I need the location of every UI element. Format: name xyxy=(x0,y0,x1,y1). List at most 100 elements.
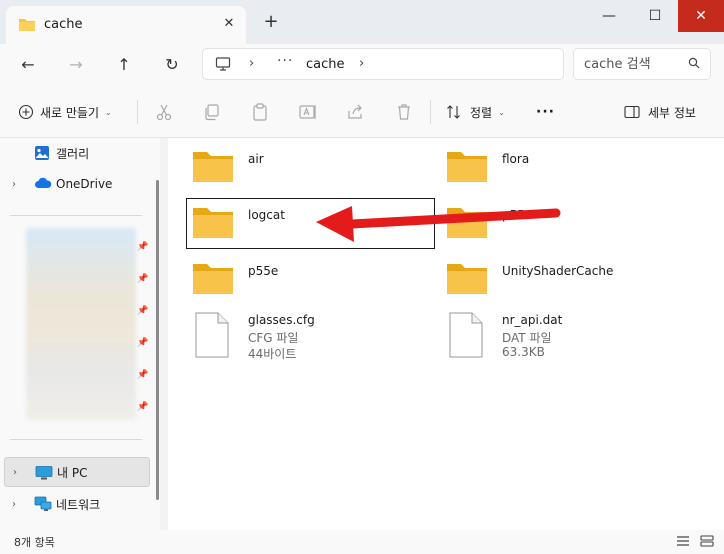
file-name: UnityShaderCache xyxy=(502,264,614,278)
paste-icon[interactable] xyxy=(250,102,270,122)
maximize-button[interactable]: ☐ xyxy=(632,0,678,32)
pin-icon[interactable]: 📌 xyxy=(137,242,148,254)
pin-icon[interactable]: 📌 xyxy=(137,306,148,318)
address-bar[interactable]: › ··· cache › xyxy=(202,48,564,80)
up-button[interactable]: ↑ xyxy=(110,52,138,78)
file-type: DAT 파일 xyxy=(502,331,552,345)
new-button[interactable]: 새로 만들기 ⌄ xyxy=(18,100,112,124)
sort-icon xyxy=(447,105,460,119)
copy-icon[interactable] xyxy=(202,102,222,122)
breadcrumb-cache[interactable]: cache xyxy=(306,57,345,72)
file-item-nr-api-dat[interactable]: nr_api.dat DAT 파일 63.3KB xyxy=(446,312,686,360)
pin-icon[interactable]: 📌 xyxy=(137,274,148,286)
divider xyxy=(430,100,431,124)
sidebar-item-this-pc[interactable]: › 내 PC xyxy=(4,457,150,487)
file-size: 63.3KB xyxy=(502,345,545,359)
tab-title: cache xyxy=(44,17,83,32)
chevron-right-icon[interactable]: › xyxy=(12,179,16,190)
sort-button-label: 정렬 xyxy=(470,105,493,120)
sidebar-item-label: OneDrive xyxy=(56,177,113,191)
folder-icon xyxy=(193,264,233,294)
pin-icon[interactable]: 📌 xyxy=(137,370,148,382)
file-item-air[interactable]: air xyxy=(192,150,432,190)
chevron-right-icon[interactable]: › xyxy=(359,56,364,71)
file-item-glasses-cfg[interactable]: glasses.cfg CFG 파일 44바이트 xyxy=(192,312,432,361)
chevron-right-icon[interactable]: › xyxy=(249,56,254,71)
item-count: 8개 항목 xyxy=(14,536,55,549)
file-item-flora[interactable]: flora xyxy=(446,150,686,190)
cut-icon[interactable] xyxy=(154,102,174,122)
tab-cache[interactable]: cache ✕ xyxy=(6,6,246,44)
file-name: glasses.cfg xyxy=(248,313,315,327)
file-name: air xyxy=(248,152,264,166)
sidebar-item-onedrive[interactable]: › OneDrive xyxy=(0,169,150,199)
refresh-button[interactable]: ↻ xyxy=(158,52,186,78)
file-name: p55 xyxy=(502,208,525,222)
new-button-label: 새로 만들기 xyxy=(40,105,100,120)
sidebar-scrollbar[interactable] xyxy=(156,180,159,500)
file-name: p55e xyxy=(248,264,279,278)
divider xyxy=(10,439,142,440)
status-bar: 8개 항목 xyxy=(0,530,724,554)
close-button[interactable]: ✕ xyxy=(678,0,724,32)
folder-icon xyxy=(447,264,487,294)
tab-close-icon[interactable]: ✕ xyxy=(220,15,238,33)
quick-access-list-blurred xyxy=(26,228,136,420)
forward-button[interactable]: → xyxy=(62,52,90,78)
sidebar-item-network[interactable]: › 네트워크 xyxy=(0,489,150,519)
file-list: air flora logcat p55 p55e UnityShaderCac… xyxy=(168,138,724,530)
gallery-icon xyxy=(34,145,50,164)
chevron-down-icon: ⌄ xyxy=(105,107,112,117)
folder-icon xyxy=(447,152,487,182)
search-icon xyxy=(688,57,700,72)
details-view-icon[interactable] xyxy=(676,535,692,549)
divider xyxy=(137,100,138,124)
search-box[interactable] xyxy=(573,48,711,80)
file-item-logcat[interactable]: logcat xyxy=(192,206,432,246)
details-pane-icon xyxy=(624,105,640,119)
search-input[interactable] xyxy=(584,55,684,73)
chevron-right-icon[interactable]: › xyxy=(12,499,16,510)
folder-icon xyxy=(193,208,233,238)
sidebar-item-label: 내 PC xyxy=(57,465,88,480)
sidebar-item-label: 네트워크 xyxy=(56,497,101,512)
rename-icon[interactable] xyxy=(298,102,318,122)
more-options-button[interactable]: ··· xyxy=(536,100,555,124)
sidebar-item-gallery[interactable]: 갤러리 xyxy=(0,138,150,168)
title-bar: cache ✕ + — ☐ ✕ xyxy=(0,0,724,44)
command-bar: 새로 만들기 ⌄ 정렬 ⌄ ··· 세부 정보 xyxy=(0,86,724,138)
new-tab-button[interactable]: + xyxy=(262,13,280,31)
sidebar-item-label: 갤러리 xyxy=(56,146,90,161)
file-item-p55e[interactable]: p55e xyxy=(192,262,432,302)
delete-icon[interactable] xyxy=(394,102,414,122)
plus-circle-icon xyxy=(18,104,34,120)
cloud-icon xyxy=(34,176,52,193)
folder-icon xyxy=(193,152,233,182)
pin-icon[interactable]: 📌 xyxy=(137,338,148,350)
file-name: logcat xyxy=(248,208,285,222)
tiles-view-icon[interactable] xyxy=(700,535,716,549)
file-item-unityshadercache[interactable]: UnityShaderCache xyxy=(446,262,686,302)
document-icon xyxy=(449,312,483,358)
folder-icon xyxy=(18,17,36,35)
file-name: flora xyxy=(502,152,530,166)
document-icon xyxy=(195,312,229,358)
monitor-icon[interactable] xyxy=(215,56,231,75)
share-icon[interactable] xyxy=(346,102,366,122)
file-item-p55[interactable]: p55 xyxy=(446,206,686,246)
sort-button[interactable]: 정렬 ⌄ xyxy=(446,100,505,124)
file-name: nr_api.dat xyxy=(502,313,563,327)
chevron-right-icon[interactable]: › xyxy=(13,467,17,478)
navigation-bar: ← → ↑ ↻ › ··· cache › xyxy=(0,44,724,86)
file-type: CFG 파일 xyxy=(248,331,299,345)
pin-icon[interactable]: 📌 xyxy=(137,402,148,414)
details-button-label: 세부 정보 xyxy=(648,105,696,120)
breadcrumb-more[interactable]: ··· xyxy=(277,53,293,69)
minimize-button[interactable]: — xyxy=(586,0,632,32)
navigation-pane: 갤러리 › OneDrive 📌 📌 📌 📌 📌 📌 › 내 PC › 네트워크 xyxy=(0,138,160,530)
divider xyxy=(10,215,142,216)
details-button[interactable]: 세부 정보 xyxy=(624,100,696,124)
back-button[interactable]: ← xyxy=(14,52,42,78)
chevron-down-icon: ⌄ xyxy=(498,107,505,117)
monitor-icon xyxy=(35,465,53,484)
